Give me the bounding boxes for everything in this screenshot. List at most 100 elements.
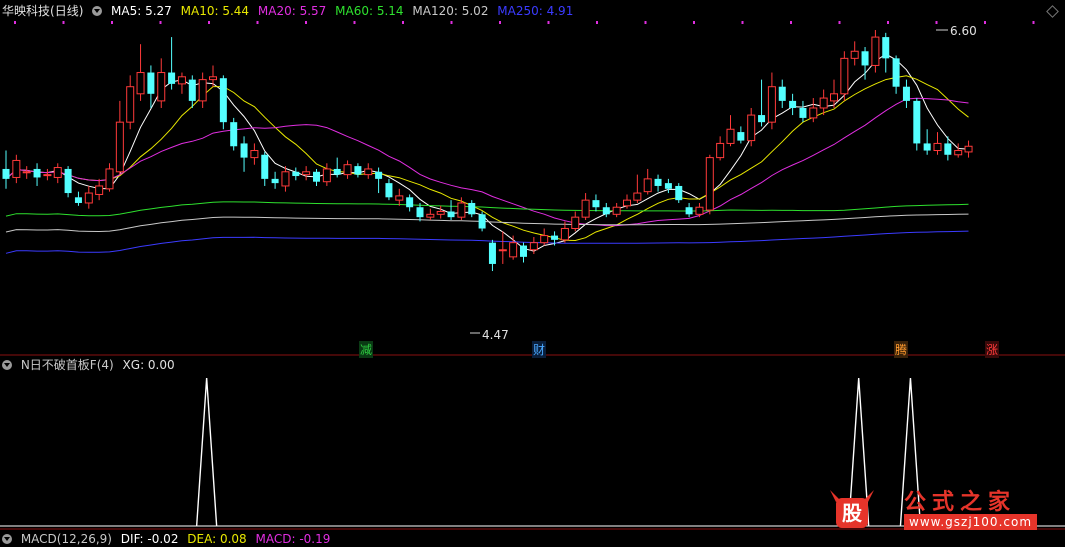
candle-body-up [819, 97, 828, 109]
svg-text:股: 股 [842, 501, 862, 525]
candle-body-down [271, 178, 279, 184]
candle-body-up [581, 199, 590, 218]
candlestick-chart[interactable] [0, 0, 1065, 539]
candle-body-down [923, 143, 931, 151]
candle-body-up [850, 50, 859, 59]
candle-body-up [157, 72, 166, 102]
candle-body-up [395, 195, 404, 201]
candle-body-down [416, 207, 424, 218]
candle-body-down [406, 197, 414, 208]
candle-body-down [789, 100, 797, 108]
candle-body-down [488, 242, 496, 264]
candle-body-down [654, 178, 662, 186]
candle-body-down [902, 86, 910, 101]
top-marker-dot [159, 21, 162, 24]
candle-body-up [705, 157, 714, 211]
top-marker-dot [256, 21, 259, 24]
candle-body-up [964, 145, 973, 153]
candle-body-up [840, 57, 849, 95]
candle-body-down [375, 171, 383, 179]
top-marker-dot [693, 21, 695, 24]
candle-body-up [322, 168, 331, 183]
candle-body-up [643, 178, 652, 193]
candle-body-up [933, 142, 942, 152]
candle-body-down [664, 183, 672, 189]
candle-body-down [551, 235, 559, 240]
watermark-brand: 公式之家 [904, 490, 1017, 515]
candle-body-up [633, 192, 642, 201]
event-tag-cai[interactable]: 财 [532, 341, 547, 358]
candle-body-up [343, 164, 352, 176]
candle-body-down [478, 214, 486, 229]
top-marker-dot [14, 21, 16, 24]
top-marker-dot [984, 21, 986, 24]
candle-body-up [498, 249, 507, 252]
event-tag-zhang[interactable]: 涨 [985, 341, 1000, 358]
candle-body-up [560, 227, 569, 241]
candle-body-up [12, 159, 21, 178]
candle-body-down [944, 143, 952, 155]
candle-body-up [767, 86, 776, 123]
candle-body-up [126, 86, 135, 123]
top-marker-dot [887, 21, 889, 24]
candle-body-down [188, 79, 196, 101]
candle-body-up [509, 242, 518, 258]
candle-body-up [250, 150, 259, 159]
candle-body-up [364, 168, 373, 176]
top-marker-dot [111, 21, 113, 24]
candle-body-up [198, 79, 207, 102]
candle-body-down [592, 200, 600, 208]
candle-body-down [447, 211, 455, 218]
ma-line-ma20 [5, 97, 969, 227]
candle-body-down [333, 168, 341, 175]
watermark-logo: 股 公式之家 www.gszj100.com [822, 480, 1044, 538]
high-price-annotation: 6.60 [950, 24, 977, 38]
low-price-annotation: 4.47 [482, 328, 509, 342]
top-marker-dot [305, 21, 307, 24]
candle-body-up [302, 171, 311, 176]
stock-chart-window: 华映科技(日线) MA5: 5.27 MA10: 5.44 MA20: 5.57… [0, 0, 1065, 546]
top-marker-dot [547, 21, 550, 24]
candle-body-up [84, 192, 93, 204]
event-tag-jian[interactable]: 减 [359, 341, 374, 358]
candle-body-down [33, 168, 41, 178]
top-marker-dot [596, 21, 598, 24]
candle-body-down [913, 100, 921, 144]
top-marker-dot [450, 21, 453, 24]
candle-body-up [830, 93, 838, 102]
candle-body-up [115, 121, 124, 173]
candle-body-up [540, 235, 549, 244]
candle-body-up [612, 206, 621, 215]
candle-body-up [281, 171, 290, 187]
candle-body-down [685, 207, 693, 215]
candle-body-up [209, 76, 217, 81]
candle-body-down [520, 245, 527, 257]
candle-body-up [809, 107, 818, 119]
candle-body-down [385, 183, 393, 198]
candle-body-up [22, 171, 31, 174]
candle-body-up [436, 210, 445, 215]
candle-body-down [675, 185, 683, 201]
top-marker-dot [790, 21, 792, 24]
top-marker-dot [499, 21, 501, 24]
candle-body-down [737, 132, 745, 141]
candle-body-down [219, 78, 227, 123]
top-marker-dot [935, 21, 938, 24]
candle-body-down [468, 202, 476, 215]
indicator-spike [195, 377, 218, 527]
candle-body-up [95, 185, 104, 195]
candle-body-up [136, 72, 145, 95]
candle-body-down [892, 58, 900, 87]
candle-body-up [105, 168, 114, 190]
candle-body-down [354, 166, 362, 175]
candle-body-down [230, 122, 238, 147]
candle-body-up [871, 36, 880, 66]
top-marker-dot [62, 21, 65, 24]
top-marker-dot [402, 21, 404, 24]
candle-body-up [747, 114, 756, 142]
candle-body-down [292, 171, 300, 177]
ma-line-ma120 [5, 213, 969, 233]
candle-body-down [74, 197, 82, 203]
event-tag-teng[interactable]: 腾 [894, 341, 909, 358]
candle-body-down [240, 143, 248, 158]
